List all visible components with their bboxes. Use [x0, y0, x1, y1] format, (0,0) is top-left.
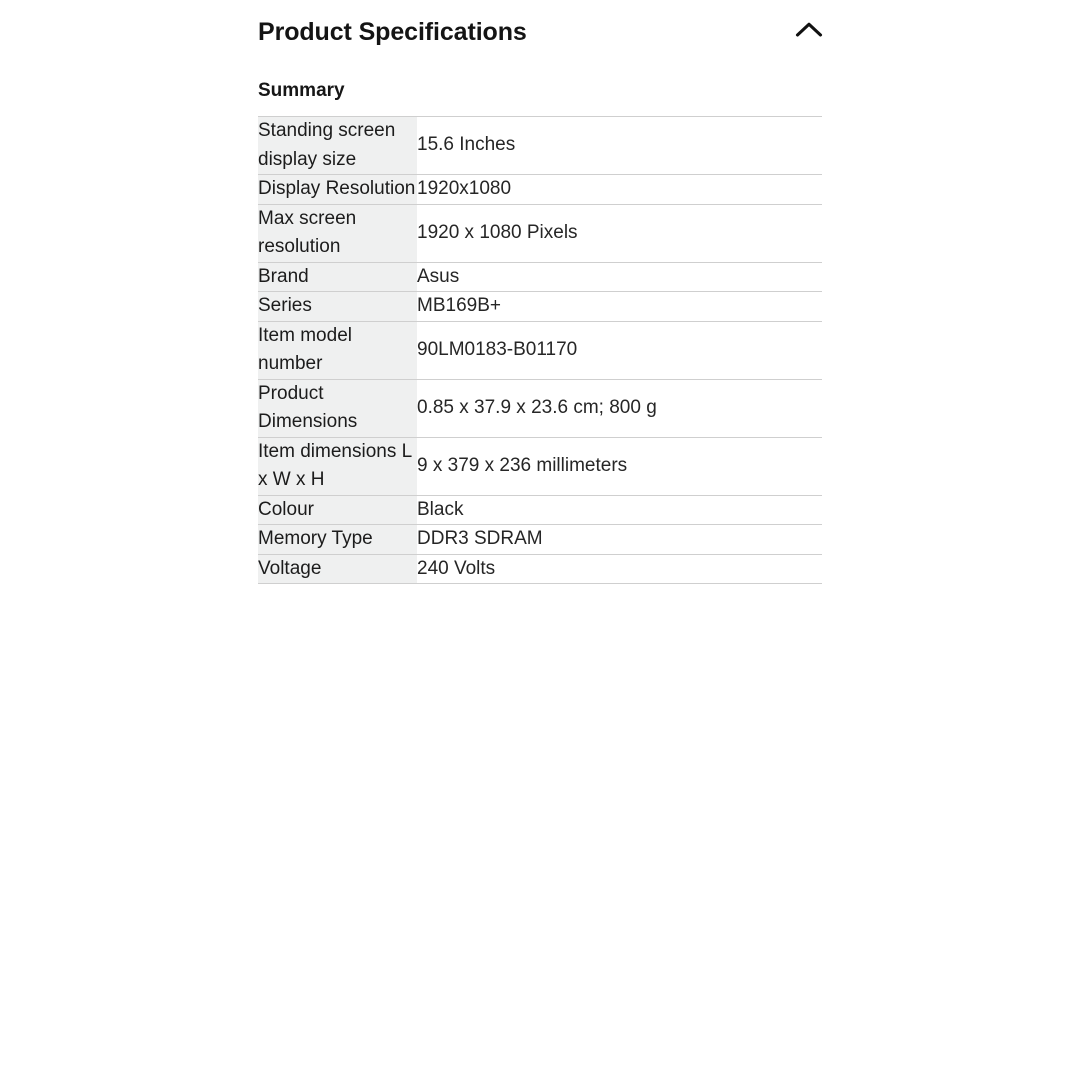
spec-value: 9 x 379 x 236 millimeters: [417, 437, 822, 495]
table-row: Product Dimensions 0.85 x 37.9 x 23.6 cm…: [258, 379, 822, 437]
table-row: Brand Asus: [258, 262, 822, 292]
table-row: Standing screen display size 15.6 Inches: [258, 116, 822, 175]
specifications-table: Standing screen display size 15.6 Inches…: [258, 116, 822, 583]
page-title: Product Specifications: [258, 17, 527, 46]
collapse-section-button[interactable]: [786, 8, 832, 54]
table-row: Display Resolution 1920x1080: [258, 174, 822, 204]
spec-label: Item dimensions L x W x H: [258, 437, 417, 495]
spec-label: Display Resolution: [258, 174, 417, 204]
spec-value: DDR3 SDRAM: [417, 524, 822, 554]
spec-value: MB169B+: [417, 291, 822, 321]
spec-value: Black: [417, 495, 822, 525]
spec-label: Colour: [258, 495, 417, 525]
spec-label: Product Dimensions: [258, 379, 417, 437]
spec-label: Voltage: [258, 554, 417, 583]
specifications-table-body: Standing screen display size 15.6 Inches…: [258, 116, 822, 583]
spec-label: Item model number: [258, 321, 417, 379]
spec-label: Series: [258, 291, 417, 321]
spec-label: Memory Type: [258, 524, 417, 554]
chevron-up-icon: [795, 21, 823, 42]
table-row: Memory Type DDR3 SDRAM: [258, 524, 822, 554]
table-bottom-divider: [258, 583, 822, 584]
table-row: Item model number 90LM0183-B01170: [258, 321, 822, 379]
spec-value: 90LM0183-B01170: [417, 321, 822, 379]
spec-value: 1920x1080: [417, 174, 822, 204]
spec-label: Standing screen display size: [258, 116, 417, 175]
product-specifications-page: Product Specifications Summary Standing …: [0, 0, 1080, 1080]
specifications-content-column: Product Specifications Summary Standing …: [258, 0, 823, 584]
table-row: Item dimensions L x W x H 9 x 379 x 236 …: [258, 437, 822, 495]
spec-value: 0.85 x 37.9 x 23.6 cm; 800 g: [417, 379, 822, 437]
spec-value: 1920 x 1080 Pixels: [417, 204, 822, 262]
table-row: Series MB169B+: [258, 291, 822, 321]
summary-subheading: Summary: [258, 80, 345, 101]
spec-value: 240 Volts: [417, 554, 822, 583]
spec-label: Brand: [258, 262, 417, 292]
table-row: Voltage 240 Volts: [258, 554, 822, 583]
table-row: Max screen resolution 1920 x 1080 Pixels: [258, 204, 822, 262]
spec-value: 15.6 Inches: [417, 116, 822, 175]
table-row: Colour Black: [258, 495, 822, 525]
section-header: Product Specifications: [258, 0, 823, 62]
spec-value: Asus: [417, 262, 822, 292]
spec-label: Max screen resolution: [258, 204, 417, 262]
